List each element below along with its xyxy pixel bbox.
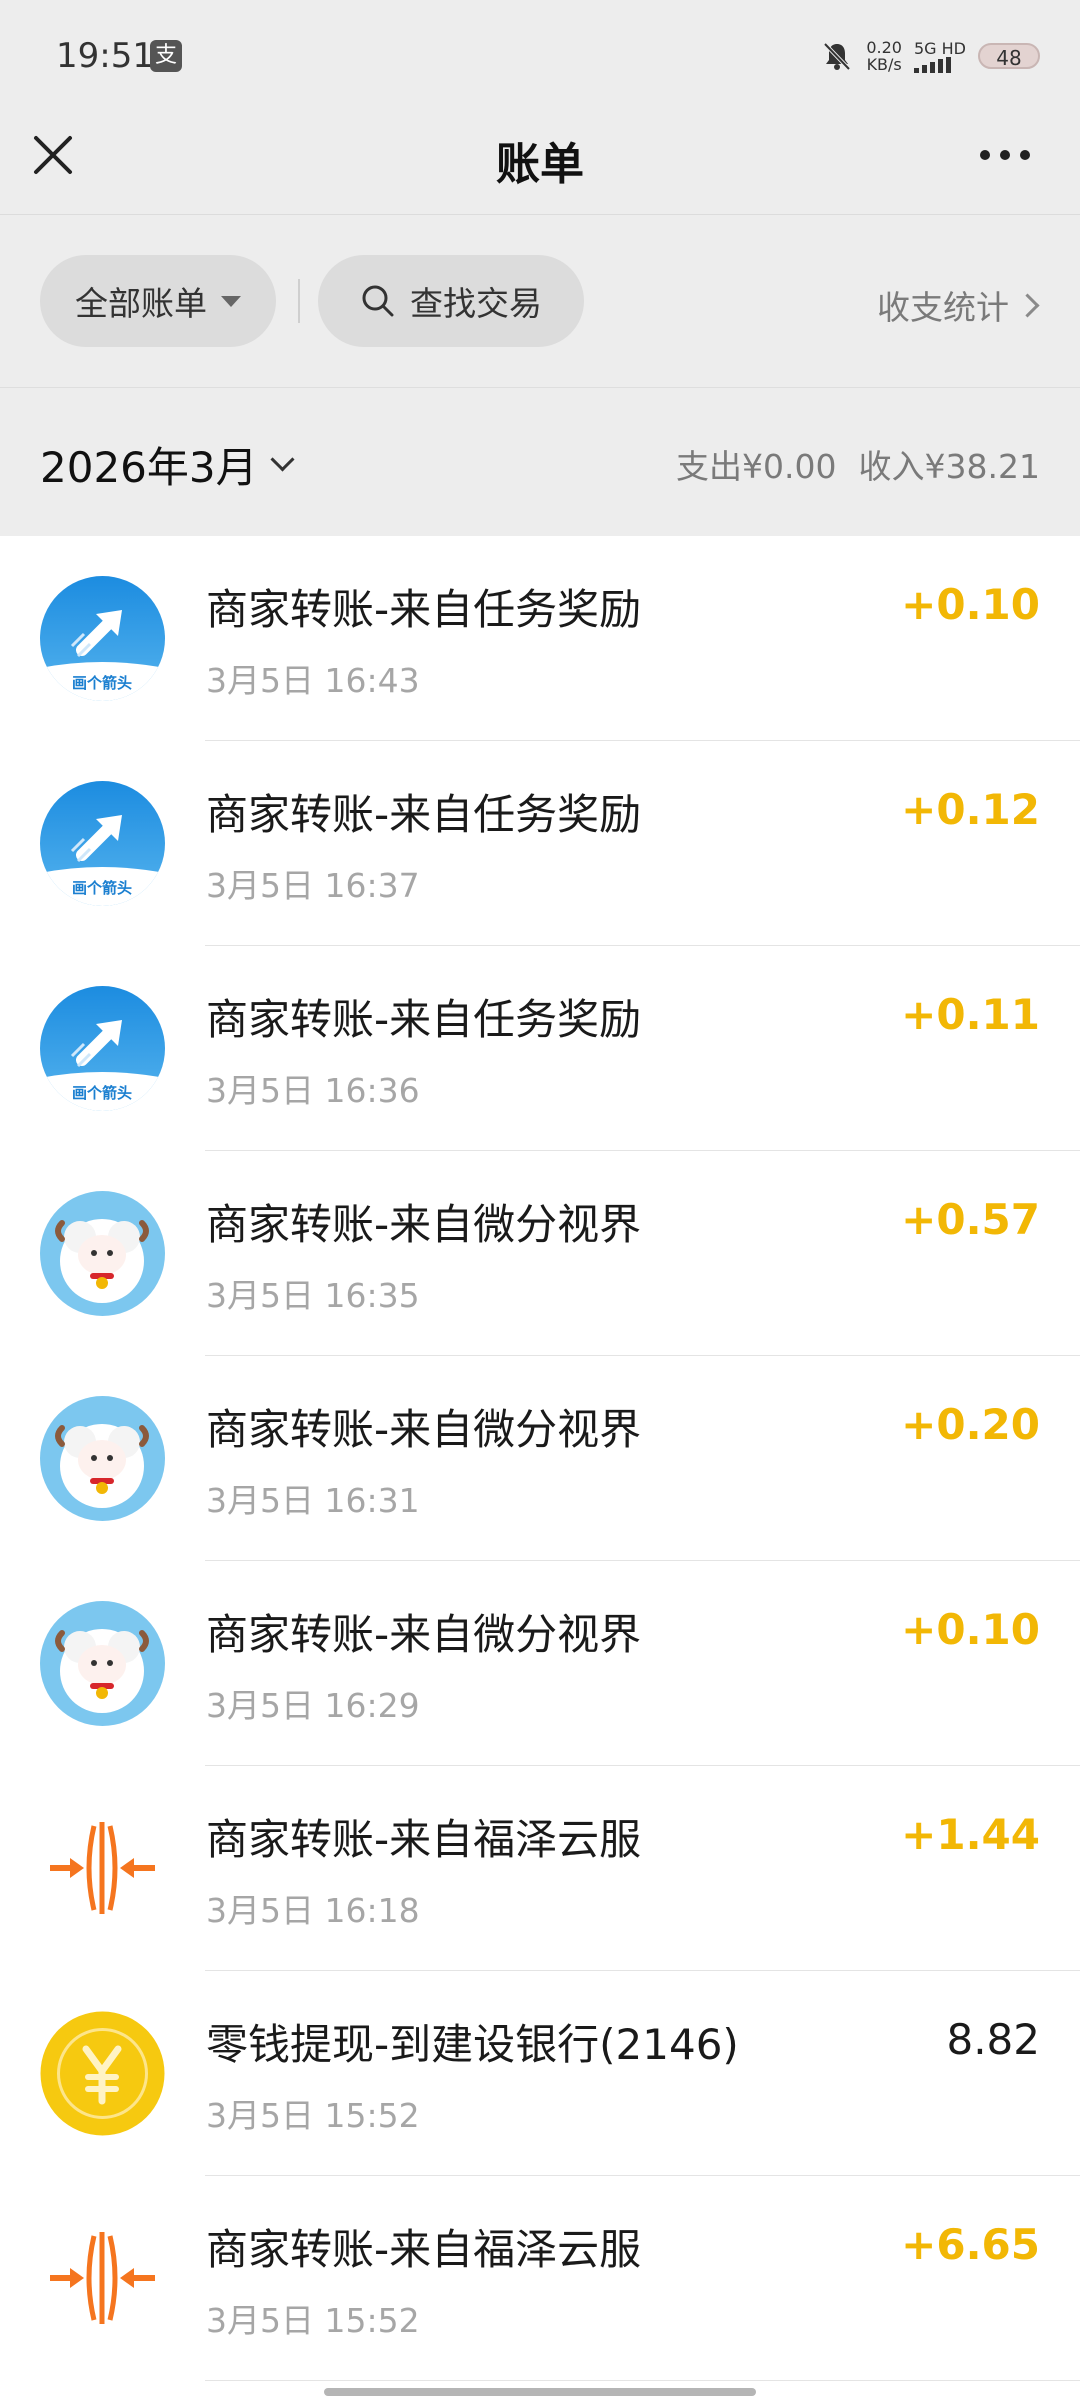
battery-icon: 48 [978,43,1040,70]
month-label: 2026年3月 [40,443,258,492]
search-label: 查找交易 [410,284,542,323]
caret-down-icon [221,295,241,307]
transaction-title: 商家转账-来自福泽云服 [206,1815,642,1864]
transaction-title: 商家转账-来自任务奖励 [206,995,642,1044]
transaction-title: 商家转账-来自任务奖励 [206,790,642,839]
transaction-title: 商家转账-来自任务奖励 [206,585,642,634]
filter-divider [298,279,300,323]
transaction-time: 3月5日 16:36 [206,1071,420,1110]
sheep-icon [40,1191,165,1316]
arrow-task-icon: 画个箭头 [40,781,165,906]
all-bills-dropdown[interactable]: 全部账单 [40,255,276,347]
sheep-icon [40,1601,165,1726]
search-icon [362,285,394,317]
income-expense-stats-link[interactable]: 收支统计 [877,281,1040,329]
transaction-row[interactable]: 商家转账-来自微分视界 3月5日 16:31 +0.20 [0,1356,1080,1561]
chevron-down-icon [270,447,295,472]
signal-bars-icon [913,56,966,73]
month-summary: 支出¥0.00 收入¥38.21 [676,440,1040,488]
transaction-list: 画个箭头 商家转账-来自任务奖励 3月5日 16:43 +0.10 画个箭头 商… [0,536,1080,2381]
transaction-amount: +0.12 [901,785,1040,834]
transaction-amount: +6.65 [901,2220,1040,2269]
stats-label: 收支统计 [877,288,1009,327]
home-indicator [324,2388,756,2396]
more-icon[interactable] [980,140,1040,170]
transaction-time: 3月5日 15:52 [206,2096,420,2135]
orange-arrows-icon [40,2216,165,2341]
chevron-right-icon [1015,292,1040,318]
page-title: 账单 [496,139,584,190]
transaction-time: 3月5日 16:43 [206,661,420,700]
transaction-row[interactable]: 画个箭头 商家转账-来自任务奖励 3月5日 16:36 +0.11 [0,946,1080,1151]
transaction-title: 商家转账-来自福泽云服 [206,2225,642,2274]
status-time: 19:51 [56,36,154,76]
month-header: 2026年3月 支出¥0.00 收入¥38.21 [0,388,1080,536]
orange-arrows-icon [40,1806,165,1931]
transaction-title: 商家转账-来自微分视界 [206,1405,642,1454]
signal-group: 5G HD [913,38,966,73]
status-bar: 19:51 支 0.20 KB/s 5G HD 48 [0,0,1080,110]
network-speed: 0.20 KB/s [866,38,902,74]
yuan-coin-icon [40,2011,165,2136]
transaction-row[interactable]: 零钱提现-到建设银行(2146) 3月5日 15:52 8.82 [0,1971,1080,2176]
transaction-row[interactable]: 商家转账-来自福泽云服 3月5日 15:52 +6.65 [0,2176,1080,2381]
transaction-amount: +0.10 [901,580,1040,629]
network-type: 5G HD [913,38,966,58]
transaction-time: 3月5日 16:31 [206,1481,420,1520]
transaction-time: 3月5日 16:35 [206,1276,420,1315]
transaction-amount: +0.20 [901,1400,1040,1449]
transaction-title: 零钱提现-到建设银行(2146) [206,2020,739,2069]
svg-text:画个箭头: 画个箭头 [72,879,132,897]
nav-bar: 账单 [0,110,1080,215]
search-transactions-button[interactable]: 查找交易 [318,255,584,347]
transaction-amount: 8.82 [946,2015,1040,2064]
transaction-time: 3月5日 16:29 [206,1686,420,1725]
month-selector[interactable]: 2026年3月 [40,434,295,495]
bell-muted-icon [823,42,851,71]
sheep-icon [40,1396,165,1521]
transaction-row[interactable]: 画个箭头 商家转账-来自任务奖励 3月5日 16:43 +0.10 [0,536,1080,741]
transaction-row[interactable]: 商家转账-来自微分视界 3月5日 16:29 +0.10 [0,1561,1080,1766]
transaction-title: 商家转账-来自微分视界 [206,1200,642,1249]
transaction-amount: +1.44 [901,1810,1040,1859]
income-total: 收入¥38.21 [858,447,1040,486]
filter-bar: 全部账单 查找交易 收支统计 [0,215,1080,388]
alipay-notification-icon: 支 [150,40,182,72]
transaction-row[interactable]: 画个箭头 商家转账-来自任务奖励 3月5日 16:37 +0.12 [0,741,1080,946]
arrow-task-icon: 画个箭头 [40,576,165,701]
transaction-time: 3月5日 15:52 [206,2301,420,2340]
transaction-title: 商家转账-来自微分视界 [206,1610,642,1659]
all-bills-label: 全部账单 [75,284,207,323]
transaction-amount: +0.57 [901,1195,1040,1244]
svg-text:画个箭头: 画个箭头 [72,674,132,692]
transaction-time: 3月5日 16:18 [206,1891,420,1930]
status-indicators: 0.20 KB/s 5G HD 48 [820,36,1040,76]
transaction-amount: +0.11 [901,990,1040,1039]
transaction-row[interactable]: 商家转账-来自福泽云服 3月5日 16:18 +1.44 [0,1766,1080,1971]
arrow-task-icon: 画个箭头 [40,986,165,1111]
transaction-time: 3月5日 16:37 [206,866,420,905]
transaction-row[interactable]: 商家转账-来自微分视界 3月5日 16:35 +0.57 [0,1151,1080,1356]
expense-total: 支出¥0.00 [676,447,837,486]
svg-text:画个箭头: 画个箭头 [72,1084,132,1102]
transaction-amount: +0.10 [901,1605,1040,1654]
